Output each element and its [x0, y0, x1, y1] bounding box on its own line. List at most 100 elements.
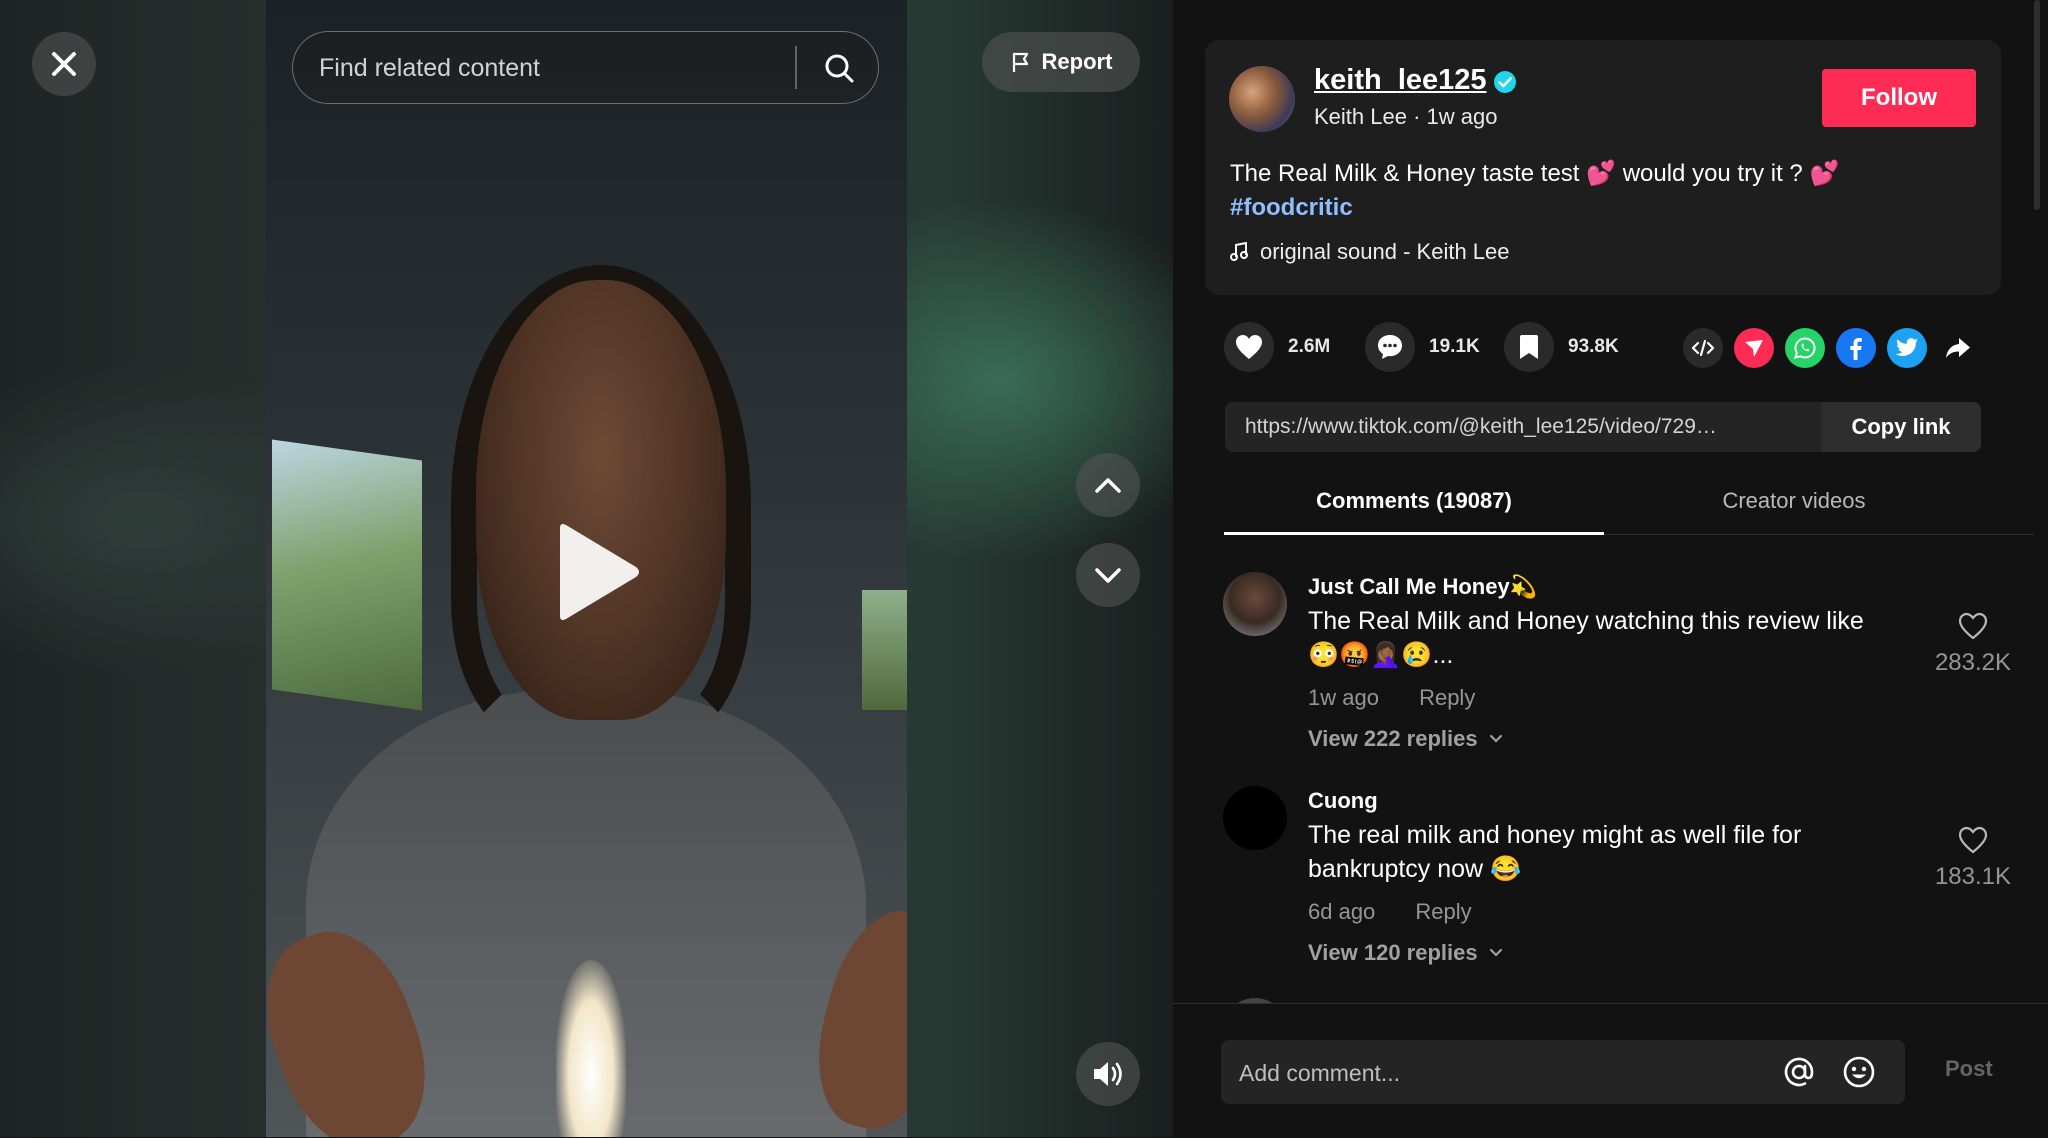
save-stat[interactable]: 93.8K: [1504, 322, 1619, 372]
car-window-image: [272, 439, 422, 711]
tab-creator-videos[interactable]: Creator videos: [1604, 470, 1984, 532]
close-button[interactable]: [32, 32, 96, 96]
video-link-url[interactable]: https://www.tiktok.com/@keith_lee125/vid…: [1245, 402, 1725, 452]
share-arrow-icon: [1946, 338, 1970, 358]
search-button[interactable]: [813, 42, 865, 94]
post-description: The Real Milk & Honey taste test 💕 would…: [1230, 157, 1970, 225]
comment-count: 19.1K: [1429, 336, 1480, 357]
comment-bubble-icon: [1378, 335, 1402, 359]
comment-button[interactable]: [1365, 322, 1415, 372]
like-count: 2.6M: [1288, 336, 1331, 357]
video-light-glare: [556, 960, 626, 1137]
share-more-button[interactable]: [1938, 328, 1978, 368]
sound-name: original sound - Keith Lee: [1260, 239, 1510, 264]
mention-icon[interactable]: [1781, 1054, 1817, 1090]
author-avatar[interactable]: [1229, 66, 1295, 132]
verified-badge-icon: [1494, 71, 1516, 93]
view-replies-button[interactable]: View 222 replies: [1308, 726, 1504, 752]
embed-button[interactable]: [1683, 328, 1723, 368]
comment-stat[interactable]: 19.1K: [1365, 322, 1480, 372]
comment-text: The Real Milk and Honey watching this re…: [1308, 607, 1864, 669]
close-icon: [52, 52, 76, 76]
next-video-button[interactable]: [1076, 543, 1140, 607]
twitter-icon: [1895, 338, 1918, 356]
send-to-friends-button[interactable]: [1734, 328, 1774, 368]
follow-button[interactable]: Follow: [1822, 69, 1976, 127]
chevron-down-icon: [1095, 568, 1121, 583]
heart-icon: [1236, 335, 1262, 359]
facebook-icon: [1850, 338, 1862, 360]
previous-video-button[interactable]: [1076, 453, 1140, 517]
comment-like[interactable]: 283.2K: [1913, 612, 2033, 677]
sound-link[interactable]: original sound - Keith Lee: [1230, 239, 1510, 265]
author-subline: Keith Lee · 1w ago: [1314, 104, 1498, 130]
subline-separator: ·: [1413, 104, 1427, 129]
whatsapp-icon: [1794, 337, 1816, 359]
flag-icon: [1012, 52, 1028, 72]
author-username[interactable]: keith_lee125: [1314, 64, 1487, 97]
stats-bar: 2.6M 19.1K 93.8K: [1224, 322, 2024, 374]
comment-input[interactable]: [1237, 1040, 1761, 1106]
car-window-image: [862, 590, 907, 710]
heart-outline-icon: [1958, 612, 1988, 640]
video-area: Report: [0, 0, 1173, 1137]
search-icon: [825, 54, 854, 83]
comment-text: The real milk and honey might as well fi…: [1308, 821, 1802, 883]
play-icon[interactable]: [552, 522, 642, 622]
video-person-face: [476, 280, 726, 720]
comment-item: Cuong The real milk and honey might as w…: [1223, 754, 2011, 966]
volume-icon: [1094, 1062, 1122, 1086]
like-button[interactable]: [1224, 322, 1274, 372]
comment-list: Just Call Me Honey💫 The Real Milk and Ho…: [1173, 540, 2033, 1003]
report-label: Report: [1041, 49, 1113, 74]
music-note-icon: [1230, 242, 1248, 261]
search-bar: [292, 31, 879, 104]
post-time: 1w ago: [1426, 104, 1498, 129]
chevron-up-icon: [1095, 478, 1121, 493]
post-comment-button[interactable]: Post: [1945, 1056, 1993, 1082]
comment-like[interactable]: 183.1K: [1913, 826, 2033, 891]
view-replies-label: View 222 replies: [1308, 726, 1478, 751]
bookmark-icon: [1520, 335, 1538, 359]
tab-comments[interactable]: Comments (19087): [1224, 470, 1604, 535]
twitter-button[interactable]: [1887, 328, 1927, 368]
hashtag-link[interactable]: #foodcritic: [1230, 194, 1353, 221]
chevron-down-icon: [1489, 734, 1502, 743]
comment-item: Just Call Me Honey💫 The Real Milk and Ho…: [1223, 540, 2011, 752]
view-replies-button[interactable]: View 120 replies: [1308, 940, 1504, 966]
comment-composer: Post: [1173, 1003, 2048, 1138]
comment-meta: 1w ago Reply: [1308, 685, 1509, 711]
like-stat[interactable]: 2.6M: [1224, 322, 1330, 372]
description-text: The Real Milk & Honey taste test 💕 would…: [1230, 160, 1840, 187]
comment-time: 1w ago: [1308, 685, 1379, 710]
panel-scrollbar[interactable]: [2034, 0, 2040, 210]
comment-avatar[interactable]: [1223, 572, 1287, 636]
post-info-card: keith_lee125 Keith Lee · 1w ago Follow T…: [1205, 40, 2001, 295]
copy-link-button[interactable]: Copy link: [1821, 402, 1981, 452]
comment-username[interactable]: Just Call Me Honey💫: [1308, 574, 1537, 600]
report-button[interactable]: Report: [982, 32, 1140, 92]
chevron-down-icon: [1489, 948, 1502, 957]
emoji-icon[interactable]: [1841, 1054, 1877, 1090]
search-divider: [795, 46, 797, 89]
save-button[interactable]: [1504, 322, 1554, 372]
author-display-name: Keith Lee: [1314, 104, 1407, 129]
whatsapp-button[interactable]: [1785, 328, 1825, 368]
reply-button[interactable]: Reply: [1415, 899, 1471, 924]
panel-tabs: Comments (19087) Creator videos: [1224, 470, 2034, 535]
comment-like-count: 283.2K: [1934, 649, 2012, 676]
view-replies-label: View 120 replies: [1308, 940, 1478, 965]
send-to-friends-icon: [1745, 340, 1763, 357]
comment-meta: 6d ago Reply: [1308, 899, 1506, 925]
comment-avatar[interactable]: [1223, 786, 1287, 850]
comment-input-wrapper: [1221, 1040, 1905, 1106]
save-count: 93.8K: [1568, 336, 1619, 357]
volume-button[interactable]: [1076, 1042, 1140, 1106]
comment-username[interactable]: Cuong: [1308, 788, 1378, 814]
embed-icon: [1691, 339, 1715, 357]
comment-like-count: 183.1K: [1934, 863, 2012, 890]
reply-button[interactable]: Reply: [1419, 685, 1475, 710]
search-input[interactable]: [317, 32, 841, 104]
facebook-button[interactable]: [1836, 328, 1876, 368]
heart-outline-icon: [1958, 826, 1988, 854]
